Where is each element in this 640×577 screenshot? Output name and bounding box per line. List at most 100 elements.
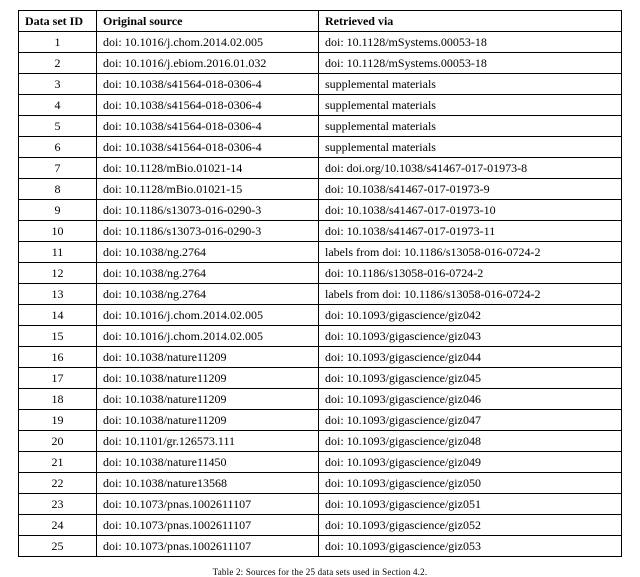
cell-source: doi: 10.1016/j.chom.2014.02.005 [97,32,319,53]
cell-id: 14 [19,305,97,326]
cell-via: labels from doi: 10.1186/s13058-016-0724… [319,242,622,263]
cell-id: 12 [19,263,97,284]
cell-source: doi: 10.1038/nature11450 [97,452,319,473]
table-row: 21doi: 10.1038/nature11450doi: 10.1093/g… [19,452,622,473]
col-header-source: Original source [97,11,319,32]
table-header-row: Data set ID Original source Retrieved vi… [19,11,622,32]
cell-id: 8 [19,179,97,200]
table-row: 3doi: 10.1038/s41564-018-0306-4supplemen… [19,74,622,95]
cell-source: doi: 10.1016/j.chom.2014.02.005 [97,305,319,326]
table-row: 1doi: 10.1016/j.chom.2014.02.005doi: 10.… [19,32,622,53]
table-row: 25doi: 10.1073/pnas.1002611107doi: 10.10… [19,536,622,557]
cell-via: doi: 10.1093/gigascience/giz045 [319,368,622,389]
cell-id: 5 [19,116,97,137]
cell-source: doi: 10.1038/ng.2764 [97,242,319,263]
table-row: 11doi: 10.1038/ng.2764labels from doi: 1… [19,242,622,263]
cell-via: labels from doi: 10.1186/s13058-016-0724… [319,284,622,305]
col-header-id: Data set ID [19,11,97,32]
table-row: 13doi: 10.1038/ng.2764labels from doi: 1… [19,284,622,305]
cell-id: 1 [19,32,97,53]
cell-id: 11 [19,242,97,263]
cell-id: 4 [19,95,97,116]
cell-source: doi: 10.1038/s41564-018-0306-4 [97,95,319,116]
cell-source: doi: 10.1186/s13073-016-0290-3 [97,200,319,221]
cell-id: 23 [19,494,97,515]
cell-via: doi: 10.1093/gigascience/giz043 [319,326,622,347]
cell-source: doi: 10.1038/s41564-018-0306-4 [97,74,319,95]
cell-source: doi: 10.1038/nature11209 [97,368,319,389]
cell-id: 7 [19,158,97,179]
table-row: 7doi: 10.1128/mBio.01021-14doi: doi.org/… [19,158,622,179]
cell-via: supplemental materials [319,74,622,95]
cell-via: doi: 10.1128/mSystems.00053-18 [319,53,622,74]
table-row: 6doi: 10.1038/s41564-018-0306-4supplemen… [19,137,622,158]
cell-via: doi: 10.1093/gigascience/giz047 [319,410,622,431]
table-row: 14doi: 10.1016/j.chom.2014.02.005doi: 10… [19,305,622,326]
cell-id: 24 [19,515,97,536]
table-row: 12doi: 10.1038/ng.2764doi: 10.1186/s1305… [19,263,622,284]
col-header-via: Retrieved via [319,11,622,32]
cell-source: doi: 10.1016/j.ebiom.2016.01.032 [97,53,319,74]
cell-id: 22 [19,473,97,494]
cell-id: 25 [19,536,97,557]
cell-source: doi: 10.1073/pnas.1002611107 [97,536,319,557]
table-row: 18doi: 10.1038/nature11209doi: 10.1093/g… [19,389,622,410]
cell-id: 21 [19,452,97,473]
cell-via: doi: 10.1093/gigascience/giz042 [319,305,622,326]
cell-via: supplemental materials [319,137,622,158]
cell-id: 6 [19,137,97,158]
table-row: 22doi: 10.1038/nature13568doi: 10.1093/g… [19,473,622,494]
cell-source: doi: 10.1128/mBio.01021-14 [97,158,319,179]
cell-source: doi: 10.1016/j.chom.2014.02.005 [97,326,319,347]
cell-via: doi: 10.1038/s41467-017-01973-10 [319,200,622,221]
cell-via: doi: 10.1093/gigascience/giz044 [319,347,622,368]
table-row: 2doi: 10.1016/j.ebiom.2016.01.032doi: 10… [19,53,622,74]
cell-via: doi: 10.1038/s41467-017-01973-9 [319,179,622,200]
table-row: 5doi: 10.1038/s41564-018-0306-4supplemen… [19,116,622,137]
cell-id: 16 [19,347,97,368]
cell-source: doi: 10.1038/s41564-018-0306-4 [97,116,319,137]
table-row: 9doi: 10.1186/s13073-016-0290-3doi: 10.1… [19,200,622,221]
cell-id: 13 [19,284,97,305]
cell-via: supplemental materials [319,116,622,137]
cell-source: doi: 10.1128/mBio.01021-15 [97,179,319,200]
cell-source: doi: 10.1038/ng.2764 [97,263,319,284]
cell-via: doi: 10.1093/gigascience/giz053 [319,536,622,557]
cell-id: 18 [19,389,97,410]
cell-via: doi: 10.1186/s13058-016-0724-2 [319,263,622,284]
table-caption: Table 2: Sources for the 25 data sets us… [18,567,622,577]
cell-id: 2 [19,53,97,74]
cell-id: 3 [19,74,97,95]
cell-source: doi: 10.1073/pnas.1002611107 [97,494,319,515]
table-row: 8doi: 10.1128/mBio.01021-15doi: 10.1038/… [19,179,622,200]
cell-id: 9 [19,200,97,221]
table-row: 20doi: 10.1101/gr.126573.111doi: 10.1093… [19,431,622,452]
cell-via: doi: 10.1038/s41467-017-01973-11 [319,221,622,242]
cell-source: doi: 10.1038/nature11209 [97,410,319,431]
table-row: 24doi: 10.1073/pnas.1002611107doi: 10.10… [19,515,622,536]
cell-id: 17 [19,368,97,389]
cell-id: 15 [19,326,97,347]
cell-via: doi: 10.1128/mSystems.00053-18 [319,32,622,53]
table-row: 4doi: 10.1038/s41564-018-0306-4supplemen… [19,95,622,116]
cell-source: doi: 10.1038/nature11209 [97,347,319,368]
cell-source: doi: 10.1101/gr.126573.111 [97,431,319,452]
cell-id: 19 [19,410,97,431]
cell-via: doi: 10.1093/gigascience/giz051 [319,494,622,515]
table-row: 23doi: 10.1073/pnas.1002611107doi: 10.10… [19,494,622,515]
cell-source: doi: 10.1038/nature11209 [97,389,319,410]
cell-id: 20 [19,431,97,452]
cell-via: supplemental materials [319,95,622,116]
cell-source: doi: 10.1186/s13073-016-0290-3 [97,221,319,242]
table-row: 17doi: 10.1038/nature11209doi: 10.1093/g… [19,368,622,389]
table-row: 16doi: 10.1038/nature11209doi: 10.1093/g… [19,347,622,368]
table-row: 19doi: 10.1038/nature11209doi: 10.1093/g… [19,410,622,431]
cell-via: doi: doi.org/10.1038/s41467-017-01973-8 [319,158,622,179]
cell-via: doi: 10.1093/gigascience/giz049 [319,452,622,473]
cell-source: doi: 10.1073/pnas.1002611107 [97,515,319,536]
cell-via: doi: 10.1093/gigascience/giz052 [319,515,622,536]
cell-via: doi: 10.1093/gigascience/giz046 [319,389,622,410]
cell-via: doi: 10.1093/gigascience/giz048 [319,431,622,452]
table-row: 10doi: 10.1186/s13073-016-0290-3doi: 10.… [19,221,622,242]
cell-id: 10 [19,221,97,242]
